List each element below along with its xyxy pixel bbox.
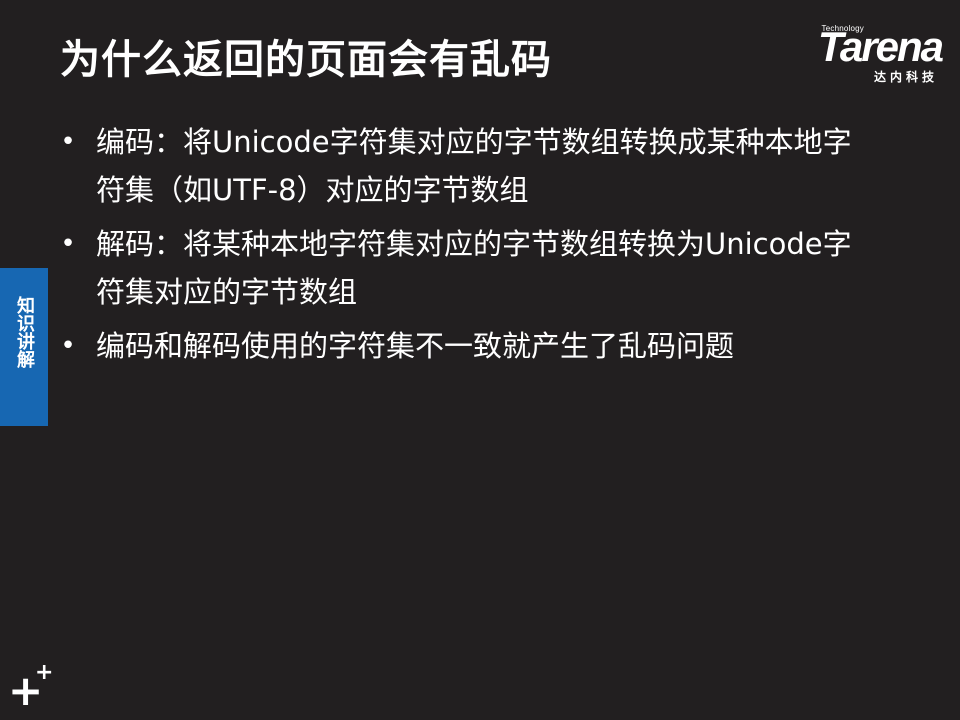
logo-wordmark: Tarena [817,23,944,70]
bullet-item: • 编码：将Unicode字符集对应的字节数组转换成某种本地字符集（如UTF-8… [58,118,878,214]
bullet-item: • 解码：将某种本地字符集对应的字节数组转换为Unicode字符集对应的字节数组 [58,220,878,316]
bullet-marker: • [60,331,76,361]
bullet-text: 解码：将某种本地字符集对应的字节数组转换为Unicode字符集对应的字节数组 [96,227,852,309]
tarena-logo: Technology Tarena 达内科技 [777,23,944,84]
bullet-text: 编码和解码使用的字符集不一致就产生了乱码问题 [96,329,735,363]
bullet-item: • 编码和解码使用的字符集不一致就产生了乱码问题 [58,322,878,370]
bullet-list: • 编码：将Unicode字符集对应的字节数组转换成某种本地字符集（如UTF-8… [58,118,878,376]
bullet-marker: • [60,229,76,259]
plus-plus-icon: + + [8,660,54,712]
section-badge: 知识讲解 [0,268,48,426]
bullet-text: 编码：将Unicode字符集对应的字节数组转换成某种本地字符集（如UTF-8）对… [96,125,852,207]
slide-title: 为什么返回的页面会有乱码 [60,37,552,83]
corner-plus-small: + [35,660,54,685]
bullet-marker: • [60,127,76,157]
logo-subtitle: 达内科技 [873,70,938,84]
